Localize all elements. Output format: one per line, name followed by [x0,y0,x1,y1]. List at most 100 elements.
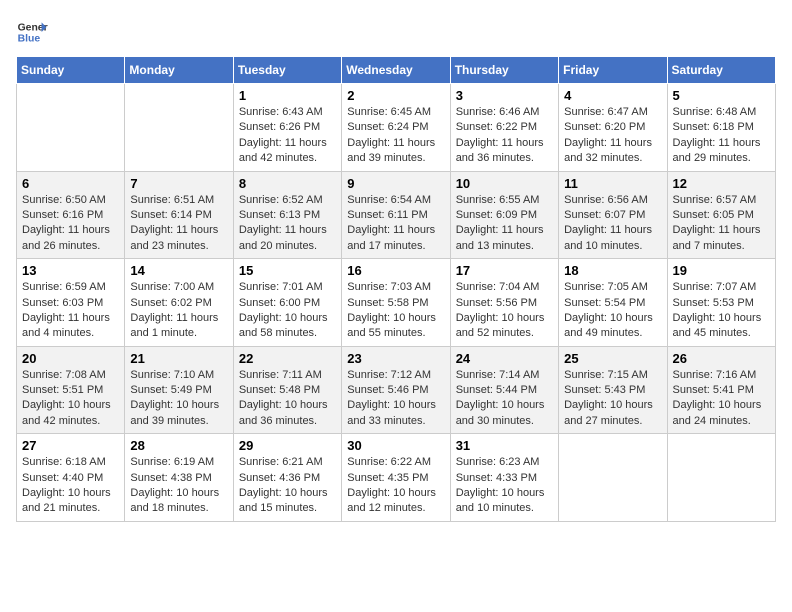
day-number: 23 [347,351,444,366]
day-number: 27 [22,438,119,453]
logo: General Blue [16,16,48,48]
calendar-week-row: 13 Sunrise: 6:59 AMSunset: 6:03 PMDayligh… [17,259,776,347]
day-info: Sunrise: 6:22 AMSunset: 4:35 PMDaylight:… [347,455,444,517]
calendar-day-cell: 7 Sunrise: 6:51 AMSunset: 6:14 PMDaylight… [125,171,233,259]
weekday-header: Wednesday [342,57,450,84]
calendar-day-cell: 15 Sunrise: 7:01 AMSunset: 6:00 PMDayligh… [233,259,341,347]
calendar-day-cell: 2 Sunrise: 6:45 AMSunset: 6:24 PMDaylight… [342,84,450,172]
day-number: 26 [673,351,770,366]
calendar-day-cell: 31 Sunrise: 6:23 AMSunset: 4:33 PMDayligh… [450,434,558,522]
calendar-day-cell: 6 Sunrise: 6:50 AMSunset: 6:16 PMDaylight… [17,171,125,259]
calendar-day-cell: 8Sunrise: 6:52 AMSunset: 6:13 PMDaylight… [233,171,341,259]
calendar-day-cell: 11 Sunrise: 6:56 AMSunset: 6:07 PMDayligh… [559,171,667,259]
day-info: Sunrise: 7:11 AMSunset: 5:48 PMDaylight:… [239,368,336,430]
day-number: 12 [673,176,770,191]
day-number: 5 [673,88,770,103]
day-info: Sunrise: 7:08 AMSunset: 5:51 PMDaylight:… [22,368,119,430]
day-info: Sunrise: 6:23 AMSunset: 4:33 PMDaylight:… [456,455,553,517]
day-number: 10 [456,176,553,191]
day-info: Sunrise: 7:14 AMSunset: 5:44 PMDaylight:… [456,368,553,430]
logo-icon: General Blue [16,16,48,48]
weekday-header-row: SundayMondayTuesdayWednesdayThursdayFrid… [17,57,776,84]
day-info: Sunrise: 7:01 AMSunset: 6:00 PMDaylight:… [239,280,336,342]
calendar-day-cell: 18Sunrise: 7:05 AMSunset: 5:54 PMDayligh… [559,259,667,347]
calendar-day-cell: 12 Sunrise: 6:57 AMSunset: 6:05 PMDayligh… [667,171,775,259]
weekday-header: Monday [125,57,233,84]
day-number: 9 [347,176,444,191]
day-info: Sunrise: 7:12 AMSunset: 5:46 PMDaylight:… [347,368,444,430]
weekday-header: Tuesday [233,57,341,84]
day-number: 28 [130,438,227,453]
calendar-day-cell: 4 Sunrise: 6:47 AMSunset: 6:20 PMDaylight… [559,84,667,172]
day-info: Sunrise: 6:57 AMSunset: 6:05 PMDaylight:… [673,193,770,255]
day-number: 7 [130,176,227,191]
day-number: 29 [239,438,336,453]
calendar-day-cell: 21 Sunrise: 7:10 AMSunset: 5:49 PMDayligh… [125,346,233,434]
day-number: 13 [22,263,119,278]
calendar-day-cell: 30 Sunrise: 6:22 AMSunset: 4:35 PMDayligh… [342,434,450,522]
calendar-day-cell: 27 Sunrise: 6:18 AMSunset: 4:40 PMDayligh… [17,434,125,522]
calendar-day-cell: 14Sunrise: 7:00 AMSunset: 6:02 PMDayligh… [125,259,233,347]
day-number: 6 [22,176,119,191]
day-info: Sunrise: 6:50 AMSunset: 6:16 PMDaylight:… [22,193,119,255]
calendar-day-cell: 19 Sunrise: 7:07 AMSunset: 5:53 PMDayligh… [667,259,775,347]
day-number: 1 [239,88,336,103]
day-info: Sunrise: 6:54 AMSunset: 6:11 PMDaylight:… [347,193,444,255]
weekday-header: Sunday [17,57,125,84]
weekday-header: Saturday [667,57,775,84]
day-info: Sunrise: 6:18 AMSunset: 4:40 PMDaylight:… [22,455,119,517]
calendar-day-cell: 23 Sunrise: 7:12 AMSunset: 5:46 PMDayligh… [342,346,450,434]
svg-text:Blue: Blue [18,34,41,45]
day-info: Sunrise: 6:43 AMSunset: 6:26 PMDaylight:… [239,105,336,167]
calendar-day-cell: 26Sunrise: 7:16 AMSunset: 5:41 PMDayligh… [667,346,775,434]
day-number: 30 [347,438,444,453]
calendar-day-cell: 17Sunrise: 7:04 AMSunset: 5:56 PMDayligh… [450,259,558,347]
page-header: General Blue [16,16,776,48]
day-info: Sunrise: 6:47 AMSunset: 6:20 PMDaylight:… [564,105,661,167]
calendar-day-cell [559,434,667,522]
day-info: Sunrise: 7:05 AMSunset: 5:54 PMDaylight:… [564,280,661,342]
calendar-week-row: 27 Sunrise: 6:18 AMSunset: 4:40 PMDayligh… [17,434,776,522]
day-info: Sunrise: 6:59 AMSunset: 6:03 PMDaylight:… [22,280,119,342]
day-number: 2 [347,88,444,103]
day-number: 16 [347,263,444,278]
day-number: 4 [564,88,661,103]
day-number: 31 [456,438,553,453]
calendar-week-row: 6 Sunrise: 6:50 AMSunset: 6:16 PMDaylight… [17,171,776,259]
day-number: 24 [456,351,553,366]
day-number: 11 [564,176,661,191]
day-info: Sunrise: 6:56 AMSunset: 6:07 PMDaylight:… [564,193,661,255]
calendar-day-cell: 3Sunrise: 6:46 AMSunset: 6:22 PMDaylight… [450,84,558,172]
day-info: Sunrise: 6:55 AMSunset: 6:09 PMDaylight:… [456,193,553,255]
day-number: 25 [564,351,661,366]
calendar-week-row: 1 Sunrise: 6:43 AMSunset: 6:26 PMDaylight… [17,84,776,172]
calendar-day-cell: 13 Sunrise: 6:59 AMSunset: 6:03 PMDayligh… [17,259,125,347]
day-number: 21 [130,351,227,366]
calendar-table: SundayMondayTuesdayWednesdayThursdayFrid… [16,56,776,522]
calendar-day-cell: 10 Sunrise: 6:55 AMSunset: 6:09 PMDayligh… [450,171,558,259]
calendar-day-cell: 24 Sunrise: 7:14 AMSunset: 5:44 PMDayligh… [450,346,558,434]
day-info: Sunrise: 6:52 AMSunset: 6:13 PMDaylight:… [239,193,336,255]
calendar-day-cell [17,84,125,172]
day-info: Sunrise: 7:03 AMSunset: 5:58 PMDaylight:… [347,280,444,342]
calendar-day-cell [125,84,233,172]
calendar-day-cell: 1 Sunrise: 6:43 AMSunset: 6:26 PMDaylight… [233,84,341,172]
day-info: Sunrise: 6:46 AMSunset: 6:22 PMDaylight:… [456,105,553,167]
weekday-header: Thursday [450,57,558,84]
day-info: Sunrise: 7:15 AMSunset: 5:43 PMDaylight:… [564,368,661,430]
day-number: 15 [239,263,336,278]
day-info: Sunrise: 7:07 AMSunset: 5:53 PMDaylight:… [673,280,770,342]
day-number: 22 [239,351,336,366]
day-info: Sunrise: 7:00 AMSunset: 6:02 PMDaylight:… [130,280,227,342]
day-info: Sunrise: 7:10 AMSunset: 5:49 PMDaylight:… [130,368,227,430]
day-info: Sunrise: 6:21 AMSunset: 4:36 PMDaylight:… [239,455,336,517]
calendar-day-cell: 20Sunrise: 7:08 AMSunset: 5:51 PMDayligh… [17,346,125,434]
calendar-day-cell: 28 Sunrise: 6:19 AMSunset: 4:38 PMDayligh… [125,434,233,522]
day-info: Sunrise: 6:51 AMSunset: 6:14 PMDaylight:… [130,193,227,255]
day-info: Sunrise: 6:19 AMSunset: 4:38 PMDaylight:… [130,455,227,517]
weekday-header: Friday [559,57,667,84]
day-info: Sunrise: 6:45 AMSunset: 6:24 PMDaylight:… [347,105,444,167]
day-number: 19 [673,263,770,278]
day-info: Sunrise: 6:48 AMSunset: 6:18 PMDaylight:… [673,105,770,167]
calendar-day-cell: 9 Sunrise: 6:54 AMSunset: 6:11 PMDaylight… [342,171,450,259]
